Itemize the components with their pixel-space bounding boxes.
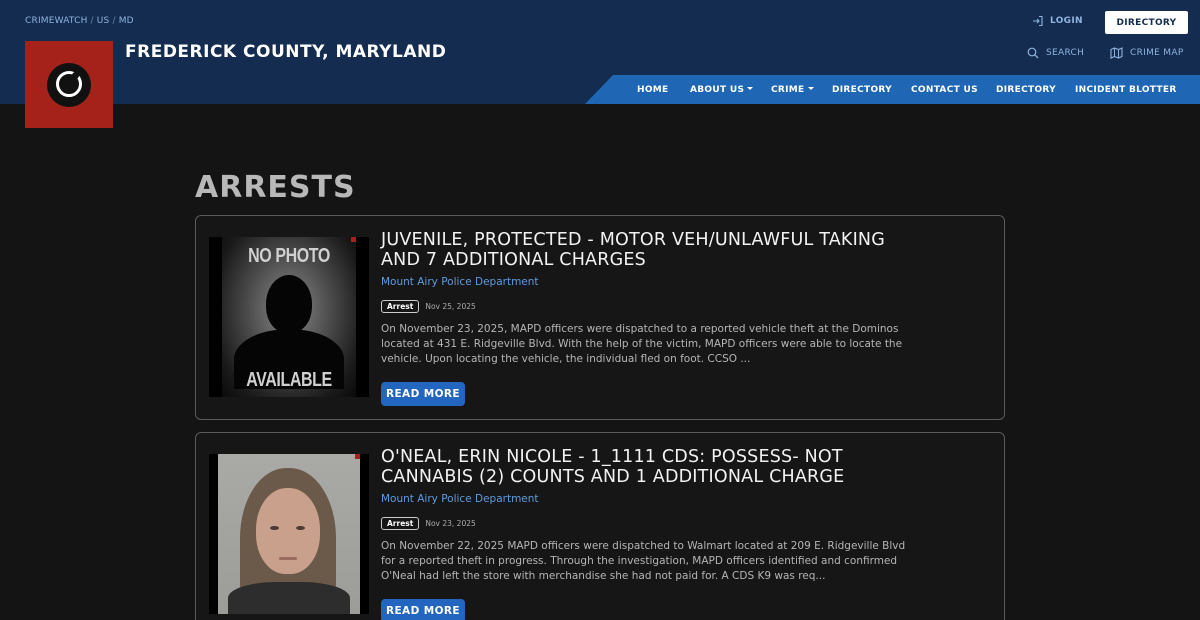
mugshot-eye	[270, 526, 279, 530]
search-icon	[1027, 47, 1039, 59]
site-title[interactable]: FREDERICK COUNTY, MARYLAND	[125, 42, 446, 62]
map-icon	[1110, 47, 1123, 59]
nav-crime[interactable]: CRIME	[771, 85, 814, 95]
nav-incident-blotter-label: INCIDENT BLOTTER	[1075, 85, 1177, 95]
nav-home[interactable]: HOME	[637, 85, 669, 95]
arrest-card: O'NEAL, ERIN NICOLE - 1_1111 CDS: POSSES…	[195, 432, 1005, 620]
agency-link[interactable]: Mount Airy Police Department	[381, 276, 539, 288]
search-link[interactable]: SEARCH	[1027, 47, 1084, 59]
breadcrumb-crimewatch[interactable]: CRIMEWATCH	[25, 16, 88, 26]
nav-directory[interactable]: DIRECTORY	[832, 85, 892, 95]
nav-crime-label: CRIME	[771, 85, 805, 95]
caret-down-icon	[807, 87, 814, 90]
mugshot-eye	[296, 526, 305, 530]
nav-directory-2[interactable]: DIRECTORY	[996, 85, 1056, 95]
breadcrumb-separator: /	[112, 16, 116, 26]
silhouette-head	[266, 275, 312, 333]
arrest-photo[interactable]: NO PHOTO AVAILABLE	[209, 237, 369, 397]
arrest-title[interactable]: O'NEAL, ERIN NICOLE - 1_1111 CDS: POSSES…	[381, 447, 901, 487]
agency-logo[interactable]	[25, 41, 113, 128]
crime-map-label: CRIME MAP	[1130, 48, 1184, 58]
arrest-meta: Arrest Nov 23, 2025	[381, 517, 476, 530]
agency-link[interactable]: Mount Airy Police Department	[381, 493, 539, 505]
page-title: ARRESTS	[195, 170, 356, 205]
main-nav: HOME ABOUT US CRIME DIRECTORY CONTACT US…	[585, 75, 1200, 104]
crime-map-link[interactable]: CRIME MAP	[1110, 47, 1184, 59]
nav-about-us[interactable]: ABOUT US	[690, 85, 754, 95]
nav-about-us-label: ABOUT US	[690, 85, 745, 95]
arrest-card: NO PHOTO AVAILABLE JUVENILE, PROTECTED -…	[195, 215, 1005, 420]
breadcrumb: CRIMEWATCH / US / MD	[25, 16, 134, 26]
mugshot-mouth	[279, 557, 297, 560]
search-label: SEARCH	[1046, 48, 1085, 58]
arrest-title[interactable]: JUVENILE, PROTECTED - MOTOR VEH/UNLAWFUL…	[381, 230, 901, 270]
arrest-badge: Arrest	[381, 517, 420, 530]
arrest-date: Nov 25, 2025	[425, 302, 476, 311]
breadcrumb-us[interactable]: US	[97, 16, 110, 26]
nav-incident-blotter[interactable]: INCIDENT BLOTTER	[1075, 85, 1177, 95]
login-icon	[1033, 15, 1043, 27]
nav-home-label: HOME	[637, 85, 669, 95]
mugshot-face	[256, 488, 320, 574]
photo-corner-mark	[355, 454, 360, 459]
crimewatch-logo-icon	[47, 63, 91, 107]
directory-button[interactable]: DIRECTORY	[1105, 11, 1188, 34]
no-photo-text: NO PHOTO	[248, 245, 330, 267]
nav-directory-label: DIRECTORY	[832, 85, 892, 95]
arrest-badge: Arrest	[381, 300, 420, 313]
site-header: CRIMEWATCH / US / MD FREDERICK COUNTY, MARYL…	[0, 0, 1200, 104]
mugshot-image	[218, 454, 360, 614]
read-more-button[interactable]: READ MORE	[381, 382, 465, 406]
no-photo-placeholder: NO PHOTO AVAILABLE	[222, 237, 356, 397]
nav-directory-2-label: DIRECTORY	[996, 85, 1056, 95]
mugshot-shirt	[228, 582, 350, 614]
arrest-excerpt: On November 23, 2025, MAPD officers were…	[381, 323, 903, 365]
arrest-date: Nov 23, 2025	[425, 519, 476, 528]
nav-contact-us[interactable]: CONTACT US	[911, 85, 978, 95]
arrest-excerpt: On November 22, 2025 MAPD officers were …	[381, 540, 906, 582]
photo-corner-mark	[351, 237, 356, 242]
caret-down-icon	[747, 87, 754, 90]
breadcrumb-separator: /	[90, 16, 94, 26]
arrest-photo[interactable]	[209, 454, 369, 614]
login-label: LOGIN	[1050, 16, 1083, 26]
available-text: AVAILABLE	[246, 369, 332, 391]
breadcrumb-md[interactable]: MD	[119, 16, 134, 26]
read-more-button[interactable]: READ MORE	[381, 599, 465, 620]
login-link[interactable]: LOGIN	[1032, 15, 1083, 27]
nav-contact-us-label: CONTACT US	[911, 85, 978, 95]
arrest-meta: Arrest Nov 25, 2025	[381, 300, 476, 313]
